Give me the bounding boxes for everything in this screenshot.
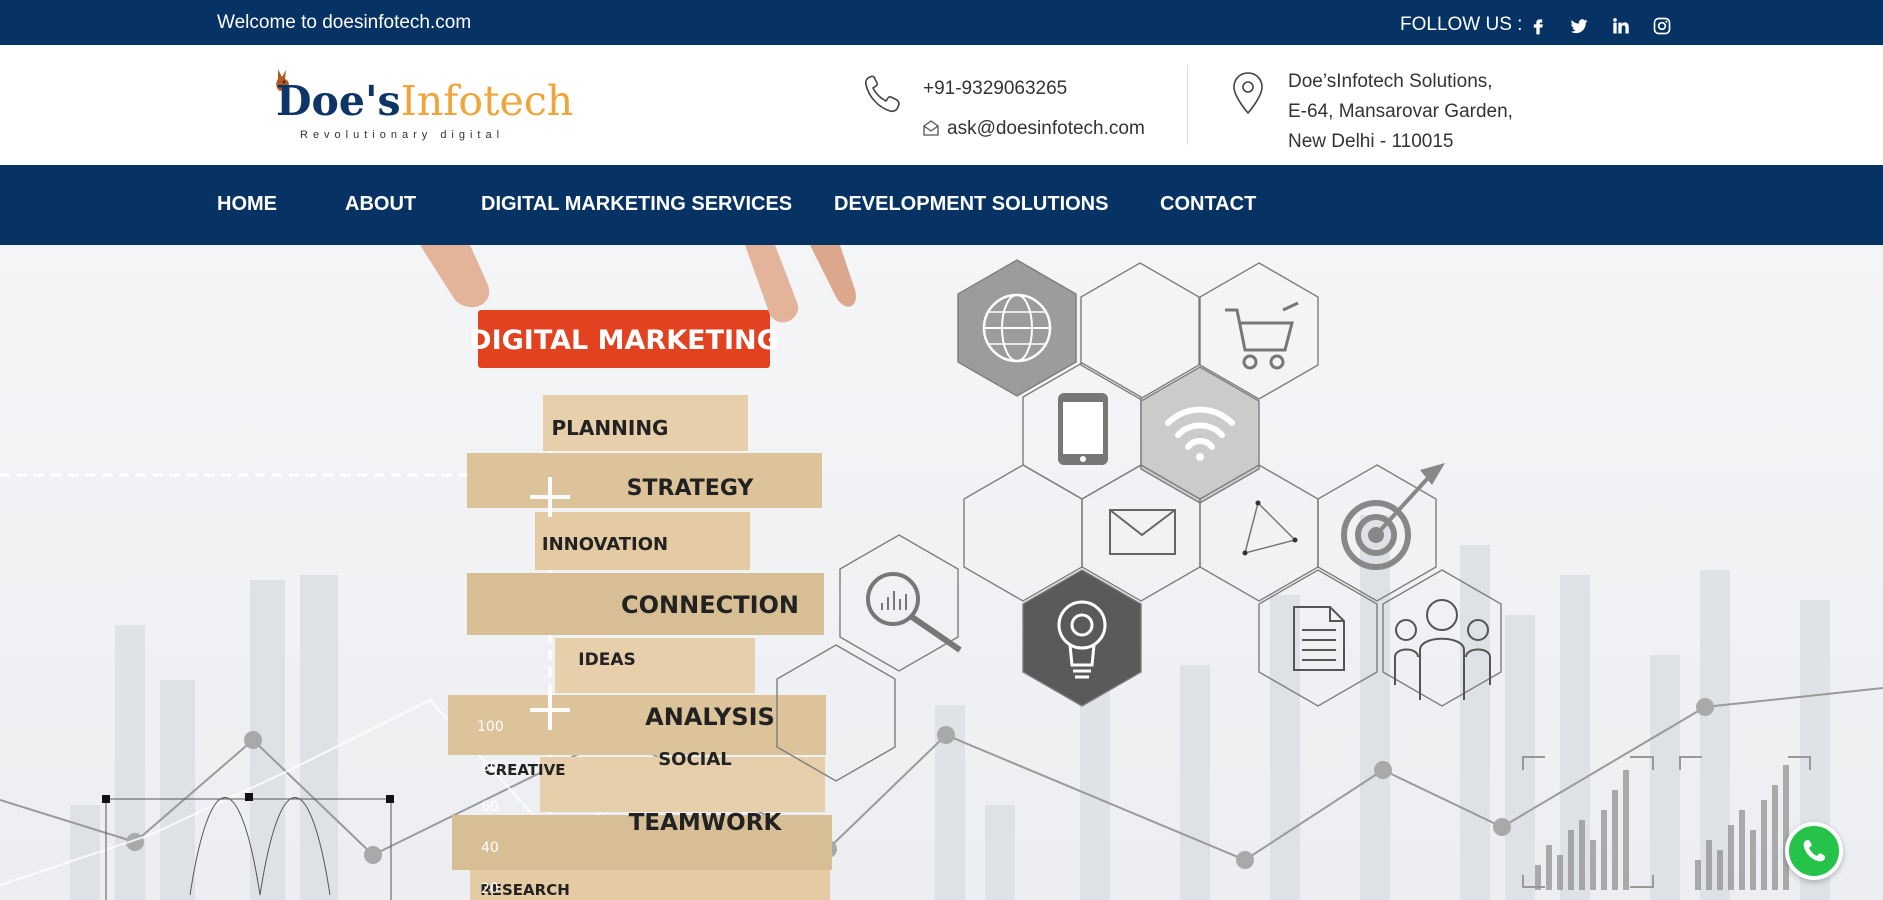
address-line-1: Doe’sInfotech Solutions, xyxy=(1288,71,1493,92)
svg-text:IDEAS: IDEAS xyxy=(578,650,635,670)
svg-text:INNOVATION: INNOVATION xyxy=(542,534,668,555)
linkedin-icon[interactable] xyxy=(1609,15,1631,37)
address-line-3: New Delhi - 110015 xyxy=(1288,131,1454,152)
email-icon xyxy=(923,120,939,136)
header-phone[interactable]: +91-9329063265 xyxy=(923,78,1067,100)
document-icon xyxy=(1293,606,1345,671)
nav-digital-marketing-services[interactable]: DIGITAL MARKETING SERVICES xyxy=(481,193,792,216)
hero-banner: DIGITAL MARKETING PLANNING STRATEGY INNO… xyxy=(0,245,1883,900)
header-address: Doe’sInfotech Solutions, E-64, Mansarova… xyxy=(1288,67,1513,157)
magnifier-chart-icon xyxy=(866,572,962,653)
svg-text:ANALYSIS: ANALYSIS xyxy=(645,703,775,731)
site-header: Doe'sInfotech Revolutionary digital +91-… xyxy=(0,45,1883,165)
twitter-icon[interactable] xyxy=(1568,15,1590,37)
svg-text:100: 100 xyxy=(477,719,504,735)
phone-icon xyxy=(864,75,900,113)
mail-hex-icon xyxy=(1109,509,1176,555)
nav-development-solutions[interactable]: DEVELOPMENT SOLUTIONS xyxy=(834,193,1108,216)
background-bars xyxy=(70,515,1830,900)
svg-text:20: 20 xyxy=(481,881,499,897)
svg-text:60: 60 xyxy=(481,799,499,815)
cart-icon xyxy=(1225,301,1299,370)
svg-text:STRATEGY: STRATEGY xyxy=(627,476,755,501)
logo-tagline: Revolutionary digital xyxy=(300,129,505,141)
logo-wordmark: Doe'sInfotech xyxy=(276,77,574,125)
nav-contact[interactable]: CONTACT xyxy=(1160,193,1256,216)
svg-text:80: 80 xyxy=(481,759,499,775)
top-bar: Welcome to doesinfotech.com FOLLOW US : xyxy=(0,0,1883,45)
site-logo[interactable]: Doe'sInfotech Revolutionary digital xyxy=(268,67,573,147)
phone-call-icon xyxy=(1803,840,1825,862)
triangle-network-icon xyxy=(1242,500,1298,556)
target-icon xyxy=(1341,463,1445,570)
hero-illustration: DIGITAL MARKETING PLANNING STRATEGY INNO… xyxy=(0,245,1883,900)
svg-text:TEAMWORK: TEAMWORK xyxy=(629,810,783,836)
nav-about[interactable]: ABOUT xyxy=(345,193,416,216)
left-chart-frame xyxy=(105,797,392,900)
follow-us-label: FOLLOW US : xyxy=(1400,14,1523,35)
svg-text:DIGITAL MARKETING: DIGITAL MARKETING xyxy=(469,325,779,356)
location-pin-icon xyxy=(1233,72,1263,115)
address-line-2: E-64, Mansarovar Garden, xyxy=(1288,101,1513,122)
tablet-icon xyxy=(1058,393,1108,465)
hand xyxy=(420,245,490,308)
facebook-icon[interactable] xyxy=(1527,15,1549,37)
header-email[interactable]: ask@doesinfotech.com xyxy=(947,118,1145,140)
svg-text:SOCIAL: SOCIAL xyxy=(658,749,732,770)
header-divider xyxy=(1187,65,1188,145)
svg-text:CONNECTION: CONNECTION xyxy=(621,591,799,619)
instagram-icon[interactable] xyxy=(1651,15,1673,37)
svg-text:PLANNING: PLANNING xyxy=(552,416,669,440)
hex-grid xyxy=(776,259,1502,782)
whatsapp-button[interactable] xyxy=(1785,822,1843,880)
welcome-text: Welcome to doesinfotech.com xyxy=(217,12,472,33)
svg-text:40: 40 xyxy=(481,840,499,856)
main-navigation: HOME ABOUT DIGITAL MARKETING SERVICES DE… xyxy=(0,165,1883,245)
block-tower: DIGITAL MARKETING PLANNING STRATEGY INNO… xyxy=(448,310,832,900)
nav-home[interactable]: HOME xyxy=(217,193,277,216)
